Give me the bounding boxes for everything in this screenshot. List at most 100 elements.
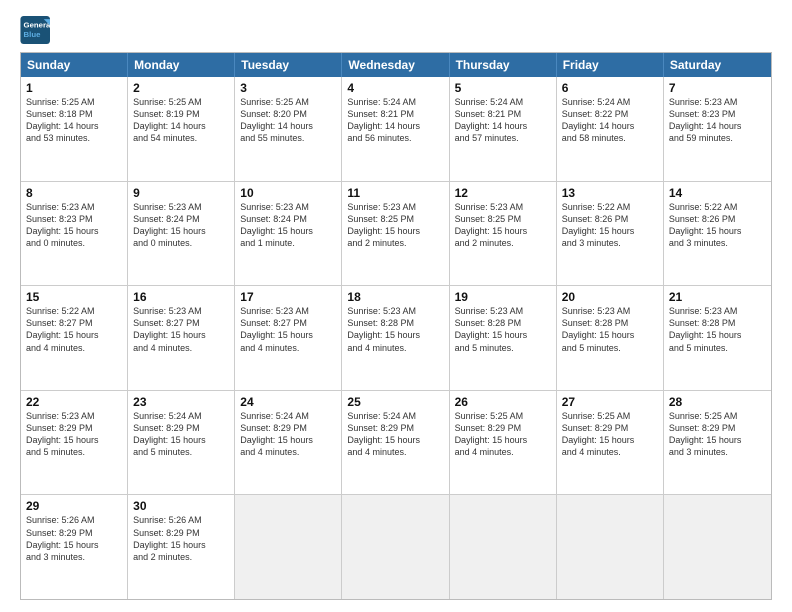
- day-number: 22: [26, 395, 122, 409]
- day-info-line: Sunset: 8:24 PM: [133, 213, 229, 225]
- day-info-line: Daylight: 14 hours: [133, 120, 229, 132]
- day-info-line: Sunrise: 5:23 AM: [562, 305, 658, 317]
- weekday-header-saturday: Saturday: [664, 53, 771, 77]
- day-cell-19: 19Sunrise: 5:23 AMSunset: 8:28 PMDayligh…: [450, 286, 557, 390]
- day-cell-14: 14Sunrise: 5:22 AMSunset: 8:26 PMDayligh…: [664, 182, 771, 286]
- page: General Blue SundayMondayTuesdayWednesda…: [0, 0, 792, 612]
- day-info-line: Sunrise: 5:23 AM: [669, 96, 766, 108]
- day-info-line: Sunset: 8:29 PM: [133, 422, 229, 434]
- day-info-line: Daylight: 15 hours: [240, 434, 336, 446]
- day-cell-4: 4Sunrise: 5:24 AMSunset: 8:21 PMDaylight…: [342, 77, 449, 181]
- day-info-line: Sunset: 8:29 PM: [240, 422, 336, 434]
- weekday-header-tuesday: Tuesday: [235, 53, 342, 77]
- day-cell-5: 5Sunrise: 5:24 AMSunset: 8:21 PMDaylight…: [450, 77, 557, 181]
- day-number: 2: [133, 81, 229, 95]
- day-info-line: and 3 minutes.: [562, 237, 658, 249]
- day-info-line: and 4 minutes.: [133, 342, 229, 354]
- day-info-line: Sunrise: 5:24 AM: [347, 410, 443, 422]
- day-info-line: Sunset: 8:24 PM: [240, 213, 336, 225]
- day-info-line: and 2 minutes.: [455, 237, 551, 249]
- day-info-line: Sunset: 8:27 PM: [133, 317, 229, 329]
- day-info-line: Sunrise: 5:26 AM: [26, 514, 122, 526]
- day-info-line: Sunrise: 5:26 AM: [133, 514, 229, 526]
- day-info-line: and 3 minutes.: [669, 446, 766, 458]
- day-info-line: Sunrise: 5:23 AM: [669, 305, 766, 317]
- day-info-line: Sunset: 8:21 PM: [455, 108, 551, 120]
- day-number: 24: [240, 395, 336, 409]
- day-cell-23: 23Sunrise: 5:24 AMSunset: 8:29 PMDayligh…: [128, 391, 235, 495]
- day-info-line: Daylight: 15 hours: [455, 434, 551, 446]
- day-info-line: and 54 minutes.: [133, 132, 229, 144]
- calendar-row-5: 29Sunrise: 5:26 AMSunset: 8:29 PMDayligh…: [21, 495, 771, 599]
- day-info-line: and 2 minutes.: [133, 551, 229, 563]
- day-cell-25: 25Sunrise: 5:24 AMSunset: 8:29 PMDayligh…: [342, 391, 449, 495]
- day-number: 26: [455, 395, 551, 409]
- logo: General Blue: [20, 16, 52, 44]
- calendar-row-1: 1Sunrise: 5:25 AMSunset: 8:18 PMDaylight…: [21, 77, 771, 182]
- day-number: 25: [347, 395, 443, 409]
- day-info-line: and 5 minutes.: [669, 342, 766, 354]
- day-info-line: Sunrise: 5:24 AM: [240, 410, 336, 422]
- day-info-line: and 3 minutes.: [669, 237, 766, 249]
- day-cell-2: 2Sunrise: 5:25 AMSunset: 8:19 PMDaylight…: [128, 77, 235, 181]
- day-number: 27: [562, 395, 658, 409]
- day-number: 13: [562, 186, 658, 200]
- day-info-line: Daylight: 14 hours: [240, 120, 336, 132]
- day-info-line: and 5 minutes.: [26, 446, 122, 458]
- day-info-line: Daylight: 15 hours: [133, 329, 229, 341]
- day-info-line: Sunset: 8:18 PM: [26, 108, 122, 120]
- day-number: 16: [133, 290, 229, 304]
- day-info-line: Sunrise: 5:22 AM: [669, 201, 766, 213]
- day-info-line: Sunrise: 5:23 AM: [26, 410, 122, 422]
- day-number: 21: [669, 290, 766, 304]
- day-info-line: Sunrise: 5:23 AM: [455, 201, 551, 213]
- day-info-line: and 4 minutes.: [240, 446, 336, 458]
- day-info-line: Daylight: 15 hours: [669, 329, 766, 341]
- day-info-line: Sunset: 8:28 PM: [562, 317, 658, 329]
- day-number: 4: [347, 81, 443, 95]
- day-info-line: Sunset: 8:27 PM: [240, 317, 336, 329]
- day-cell-11: 11Sunrise: 5:23 AMSunset: 8:25 PMDayligh…: [342, 182, 449, 286]
- day-info-line: Sunrise: 5:24 AM: [455, 96, 551, 108]
- day-number: 29: [26, 499, 122, 513]
- calendar-container: SundayMondayTuesdayWednesdayThursdayFrid…: [20, 52, 772, 600]
- day-number: 23: [133, 395, 229, 409]
- weekday-header-sunday: Sunday: [21, 53, 128, 77]
- day-info-line: Daylight: 15 hours: [455, 329, 551, 341]
- day-cell-12: 12Sunrise: 5:23 AMSunset: 8:25 PMDayligh…: [450, 182, 557, 286]
- day-info-line: Sunrise: 5:23 AM: [133, 305, 229, 317]
- day-info-line: Sunrise: 5:25 AM: [26, 96, 122, 108]
- day-number: 18: [347, 290, 443, 304]
- day-info-line: Daylight: 15 hours: [347, 434, 443, 446]
- day-cell-8: 8Sunrise: 5:23 AMSunset: 8:23 PMDaylight…: [21, 182, 128, 286]
- day-info-line: Daylight: 15 hours: [562, 434, 658, 446]
- day-info-line: Sunrise: 5:23 AM: [347, 201, 443, 213]
- day-info-line: Sunset: 8:29 PM: [669, 422, 766, 434]
- day-info-line: Daylight: 15 hours: [669, 434, 766, 446]
- day-cell-17: 17Sunrise: 5:23 AMSunset: 8:27 PMDayligh…: [235, 286, 342, 390]
- day-number: 9: [133, 186, 229, 200]
- day-number: 7: [669, 81, 766, 95]
- day-info-line: and 53 minutes.: [26, 132, 122, 144]
- day-info-line: Sunset: 8:25 PM: [455, 213, 551, 225]
- day-cell-22: 22Sunrise: 5:23 AMSunset: 8:29 PMDayligh…: [21, 391, 128, 495]
- empty-cell: [342, 495, 449, 599]
- day-number: 5: [455, 81, 551, 95]
- day-info-line: and 4 minutes.: [240, 342, 336, 354]
- day-info-line: Sunset: 8:29 PM: [347, 422, 443, 434]
- day-number: 6: [562, 81, 658, 95]
- day-cell-18: 18Sunrise: 5:23 AMSunset: 8:28 PMDayligh…: [342, 286, 449, 390]
- day-info-line: Daylight: 14 hours: [26, 120, 122, 132]
- day-info-line: Daylight: 15 hours: [26, 329, 122, 341]
- calendar-body: 1Sunrise: 5:25 AMSunset: 8:18 PMDaylight…: [21, 77, 771, 599]
- empty-cell: [450, 495, 557, 599]
- day-info-line: Sunset: 8:22 PM: [562, 108, 658, 120]
- day-info-line: Sunrise: 5:23 AM: [26, 201, 122, 213]
- day-info-line: Sunset: 8:26 PM: [669, 213, 766, 225]
- calendar-header: SundayMondayTuesdayWednesdayThursdayFrid…: [21, 53, 771, 77]
- day-number: 19: [455, 290, 551, 304]
- day-info-line: and 56 minutes.: [347, 132, 443, 144]
- day-info-line: and 4 minutes.: [26, 342, 122, 354]
- day-info-line: and 4 minutes.: [455, 446, 551, 458]
- day-cell-20: 20Sunrise: 5:23 AMSunset: 8:28 PMDayligh…: [557, 286, 664, 390]
